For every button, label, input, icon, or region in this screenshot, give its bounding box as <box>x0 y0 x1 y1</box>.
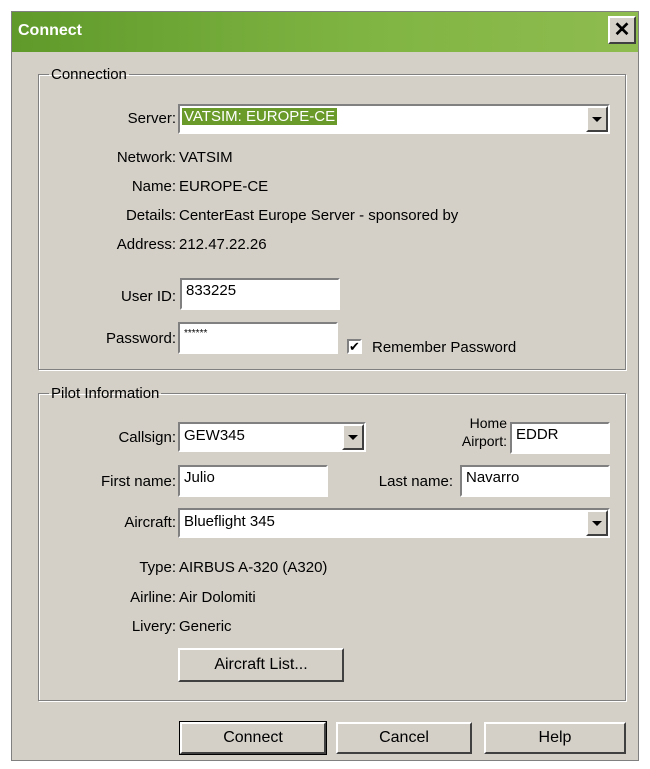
livery-label: Livery: <box>131 618 176 635</box>
dialog-title: Connect <box>18 22 82 39</box>
aircraft-list-button[interactable]: Aircraft List... <box>178 648 344 682</box>
close-icon: ✕ <box>613 19 631 41</box>
chevron-down-icon <box>348 434 358 440</box>
airline-value: Air Dolomiti <box>179 589 256 606</box>
remember-password-label[interactable]: Remember Password <box>372 339 516 356</box>
chevron-down-icon <box>592 520 602 526</box>
server-label: Server: <box>127 110 176 127</box>
connect-dialog: Connect ✕ Connection Server: VATSIM: EUR… <box>11 11 639 761</box>
details-value: CenterEast Europe Server - sponsored by <box>179 207 459 224</box>
address-label: Address: <box>116 236 176 253</box>
last-name-label: Last name: <box>378 473 453 490</box>
password-label: Password: <box>105 330 176 347</box>
help-button[interactable]: Help <box>484 722 626 754</box>
cancel-button[interactable]: Cancel <box>336 722 472 754</box>
userid-label: User ID: <box>120 288 176 305</box>
server-dropdown-button[interactable] <box>586 106 608 132</box>
aircraft-label: Aircraft: <box>124 514 176 531</box>
userid-input[interactable]: 833225 <box>180 278 340 310</box>
name-label: Name: <box>131 178 176 195</box>
aircraft-dropdown-button[interactable] <box>586 510 608 536</box>
name-value: EUROPE-CE <box>179 178 269 195</box>
aircraft-select[interactable]: Blueflight 345 <box>178 508 610 538</box>
close-button[interactable]: ✕ <box>608 16 636 44</box>
connect-button[interactable]: Connect <box>179 721 327 755</box>
home-airport-label-line1: Home <box>469 415 507 431</box>
details-label: Details: <box>125 207 176 224</box>
chevron-down-icon <box>592 116 602 122</box>
aircraft-value: Blueflight 345 <box>184 513 275 530</box>
title-bar[interactable]: Connect ✕ <box>12 12 638 52</box>
home-airport-input[interactable]: EDDR <box>510 422 610 454</box>
last-name-input[interactable]: Navarro <box>460 465 610 497</box>
first-name-label: First name: <box>100 473 176 490</box>
password-field[interactable]: ****** <box>178 322 338 354</box>
livery-value: Generic <box>179 618 232 635</box>
address-value: 212.47.22.26 <box>179 236 267 253</box>
pilot-information-legend: Pilot Information <box>51 385 160 402</box>
type-value: AIRBUS A-320 (A320) <box>179 559 328 576</box>
callsign-dropdown-button[interactable] <box>342 424 364 450</box>
network-value: VATSIM <box>179 149 233 166</box>
network-label: Network: <box>116 149 176 166</box>
checkmark-icon: ✔ <box>349 339 360 354</box>
server-selected-value: VATSIM: EUROPE-CE <box>182 108 338 125</box>
type-label: Type: <box>139 559 176 576</box>
server-select[interactable]: VATSIM: EUROPE-CE <box>178 104 610 134</box>
connection-legend: Connection <box>51 66 127 83</box>
callsign-label: Callsign: <box>118 429 176 446</box>
callsign-select[interactable]: GEW345 <box>178 422 366 452</box>
callsign-value: GEW345 <box>184 427 245 444</box>
home-airport-label-line2: Airport: <box>461 433 507 449</box>
remember-password-checkbox[interactable]: ✔ <box>347 339 362 354</box>
first-name-input[interactable]: Julio <box>178 465 328 497</box>
airline-label: Airline: <box>130 589 176 606</box>
